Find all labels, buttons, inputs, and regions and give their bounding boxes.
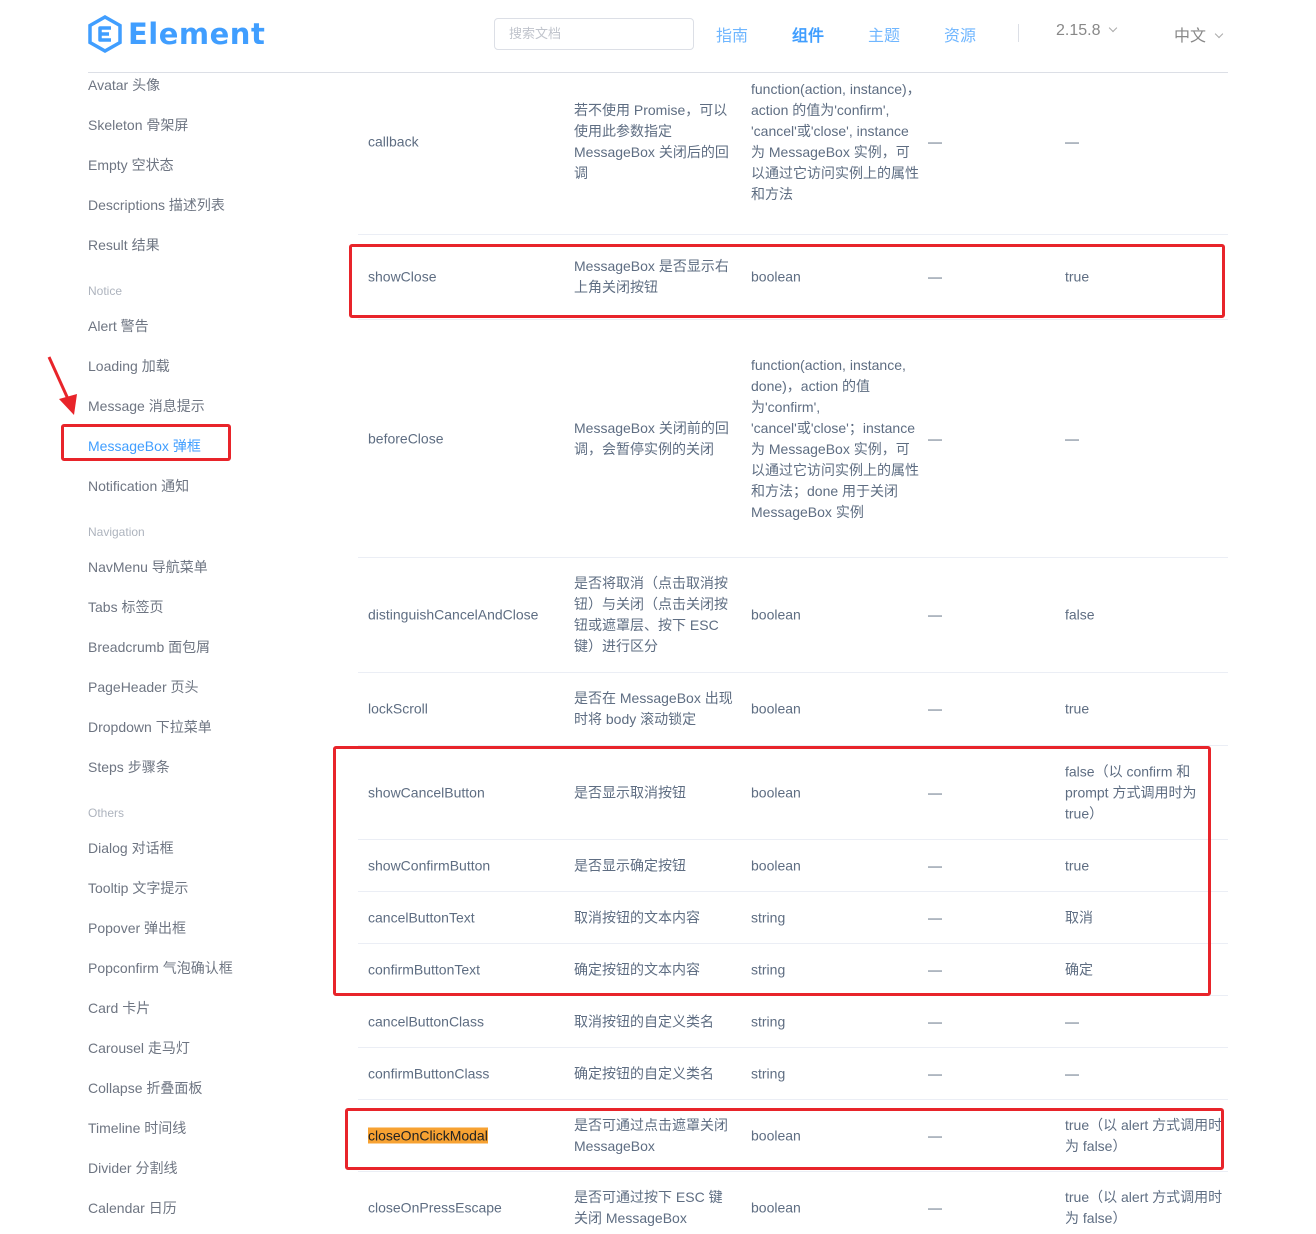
sidebar-item[interactable]: Popconfirm 气泡确认框 xyxy=(88,958,233,978)
sidebar-item[interactable]: Calendar 日历 xyxy=(88,1198,177,1218)
sidebar-item[interactable]: Breadcrumb 面包屑 xyxy=(88,637,210,657)
param-type: string xyxy=(751,1065,786,1081)
param-default: — xyxy=(1065,430,1079,446)
param-type: boolean xyxy=(751,606,801,623)
annotation-box-showclose xyxy=(349,244,1225,318)
sidebar-group-label: Others xyxy=(88,806,125,820)
sidebar-item[interactable]: Collapse 折叠面板 xyxy=(88,1078,202,1098)
param-options: — xyxy=(928,133,942,150)
table-row: closeOnPressEscape 是否可通过按下 ESC 键关闭 Messag… xyxy=(358,1172,1228,1234)
param-description: 是否将取消（点击取消按钮）与关闭（点击关闭按钮或遮罩层、按下 ESC 键）进行区… xyxy=(574,575,728,654)
header-divider xyxy=(88,72,1228,73)
sidebar-item[interactable]: Tabs 标签页 xyxy=(88,597,163,617)
param-description: 确定按钮的自定义类名 xyxy=(574,1065,714,1081)
param-default: false xyxy=(1065,606,1095,623)
param-description: MessageBox 关闭前的回调，会暂停实例的关闭 xyxy=(574,419,729,457)
sidebar-item[interactable]: Tooltip 文字提示 xyxy=(88,878,188,898)
param-type: function(action, instance, done)，action … xyxy=(751,356,919,520)
sidebar-item[interactable]: Dropdown 下拉菜单 xyxy=(88,717,212,737)
table-row: confirmButtonClass 确定按钮的自定义类名 string — — xyxy=(358,1048,1228,1100)
param-type: function(action, instance)，action 的值为'co… xyxy=(751,81,921,202)
sidebar-group-label: Navigation xyxy=(88,525,145,539)
sidebar-group-label: Notice xyxy=(88,284,123,298)
param-options: — xyxy=(928,430,942,446)
annotation-box-messagebox xyxy=(61,424,231,461)
param-name: beforeClose xyxy=(368,430,444,446)
table-row: lockScroll 是否在 MessageBox 出现时将 body 滚动锁定 b… xyxy=(358,673,1228,746)
language-dropdown[interactable]: 中文 xyxy=(1174,22,1224,46)
param-name: confirmButtonClass xyxy=(368,1065,490,1081)
sidebar-item[interactable]: Notification 通知 xyxy=(88,476,189,496)
table-row: callback 若不使用 Promise，可以使用此参数指定 MessageBo… xyxy=(358,50,1228,235)
chevron-down-icon xyxy=(1214,29,1224,39)
param-description: 若不使用 Promise，可以使用此参数指定 MessageBox 关闭后的回调 xyxy=(574,102,729,181)
sidebar-item[interactable]: Popover 弹出框 xyxy=(88,918,186,938)
param-name: closeOnPressEscape xyxy=(368,1199,502,1215)
param-default: true xyxy=(1065,700,1090,717)
chevron-down-icon xyxy=(1109,23,1118,33)
annotation-box-closeonclickmodal xyxy=(345,1108,1224,1170)
sidebar-item[interactable]: Alert 警告 xyxy=(88,316,149,336)
param-name: distinguishCancelAndClose xyxy=(368,606,539,623)
nav-theme[interactable]: 主题 xyxy=(868,22,900,46)
param-description: 是否可通过按下 ESC 键关闭 MessageBox xyxy=(574,1188,723,1226)
sidebar-item[interactable]: Card 卡片 xyxy=(88,998,150,1018)
param-type: string xyxy=(751,1013,786,1029)
sidebar-item[interactable]: Empty 空状态 xyxy=(88,155,174,175)
param-name: lockScroll xyxy=(368,700,428,717)
table-row: beforeClose MessageBox 关闭前的回调，会暂停实例的关闭 fun… xyxy=(358,320,1228,558)
sidebar-item[interactable]: Divider 分割线 xyxy=(88,1158,177,1178)
top-header: Element 搜索文档 指南 组件 主题 资源 2.15.8 中文 xyxy=(0,0,1316,73)
sidebar-item[interactable]: Avatar 头像 xyxy=(88,75,160,95)
sidebar-item[interactable]: Loading 加载 xyxy=(88,356,170,376)
table-row: distinguishCancelAndClose 是否将取消（点击取消按钮）与关… xyxy=(358,558,1228,673)
nav-resource[interactable]: 资源 xyxy=(944,22,976,46)
nav-guide[interactable]: 指南 xyxy=(716,22,748,46)
annotation-arrow-icon xyxy=(47,356,77,415)
search-input[interactable]: 搜索文档 xyxy=(494,18,694,50)
param-options: — xyxy=(928,606,942,623)
nav-component[interactable]: 组件 xyxy=(792,22,824,46)
param-type: boolean xyxy=(751,700,801,717)
param-options: — xyxy=(928,1199,942,1215)
param-default: — xyxy=(1065,133,1079,150)
annotation-box-buttons xyxy=(333,746,1211,996)
param-default: true（以 alert 方式调用时为 false） xyxy=(1065,1188,1223,1226)
sidebar-item[interactable]: Timeline 时间线 xyxy=(88,1118,186,1138)
sidebar-item[interactable]: Dialog 对话框 xyxy=(88,838,174,858)
logo-text: Element xyxy=(128,17,266,51)
logo[interactable]: Element xyxy=(88,14,265,54)
param-options: — xyxy=(928,1065,942,1081)
param-name: cancelButtonClass xyxy=(368,1013,484,1029)
sidebar-item[interactable]: NavMenu 导航菜单 xyxy=(88,557,208,577)
version-label: 2.15.8 xyxy=(1056,22,1101,39)
language-label: 中文 xyxy=(1174,28,1207,45)
nav-divider xyxy=(1018,24,1019,42)
sidebar-item[interactable]: Skeleton 骨架屏 xyxy=(88,115,188,135)
sidebar-item[interactable]: Carousel 走马灯 xyxy=(88,1038,190,1058)
param-type: boolean xyxy=(751,1199,801,1215)
param-description: 是否在 MessageBox 出现时将 body 滚动锁定 xyxy=(574,690,733,727)
element-logo-icon xyxy=(88,15,122,53)
table-row: cancelButtonClass 取消按钮的自定义类名 string — — xyxy=(358,996,1228,1048)
version-dropdown[interactable]: 2.15.8 xyxy=(1056,22,1118,40)
sidebar-item[interactable]: Descriptions 描述列表 xyxy=(88,195,225,215)
sidebar-item[interactable]: Steps 步骤条 xyxy=(88,757,170,777)
param-default: — xyxy=(1065,1013,1079,1029)
param-options: — xyxy=(928,1013,942,1029)
param-default: — xyxy=(1065,1065,1079,1081)
param-options: — xyxy=(928,700,942,717)
sidebar-item[interactable]: PageHeader 页头 xyxy=(88,677,199,697)
sidebar-item[interactable]: Message 消息提示 xyxy=(88,396,205,416)
param-description: 取消按钮的自定义类名 xyxy=(574,1013,714,1029)
param-name: callback xyxy=(368,133,419,150)
sidebar-item[interactable]: Result 结果 xyxy=(88,235,160,255)
